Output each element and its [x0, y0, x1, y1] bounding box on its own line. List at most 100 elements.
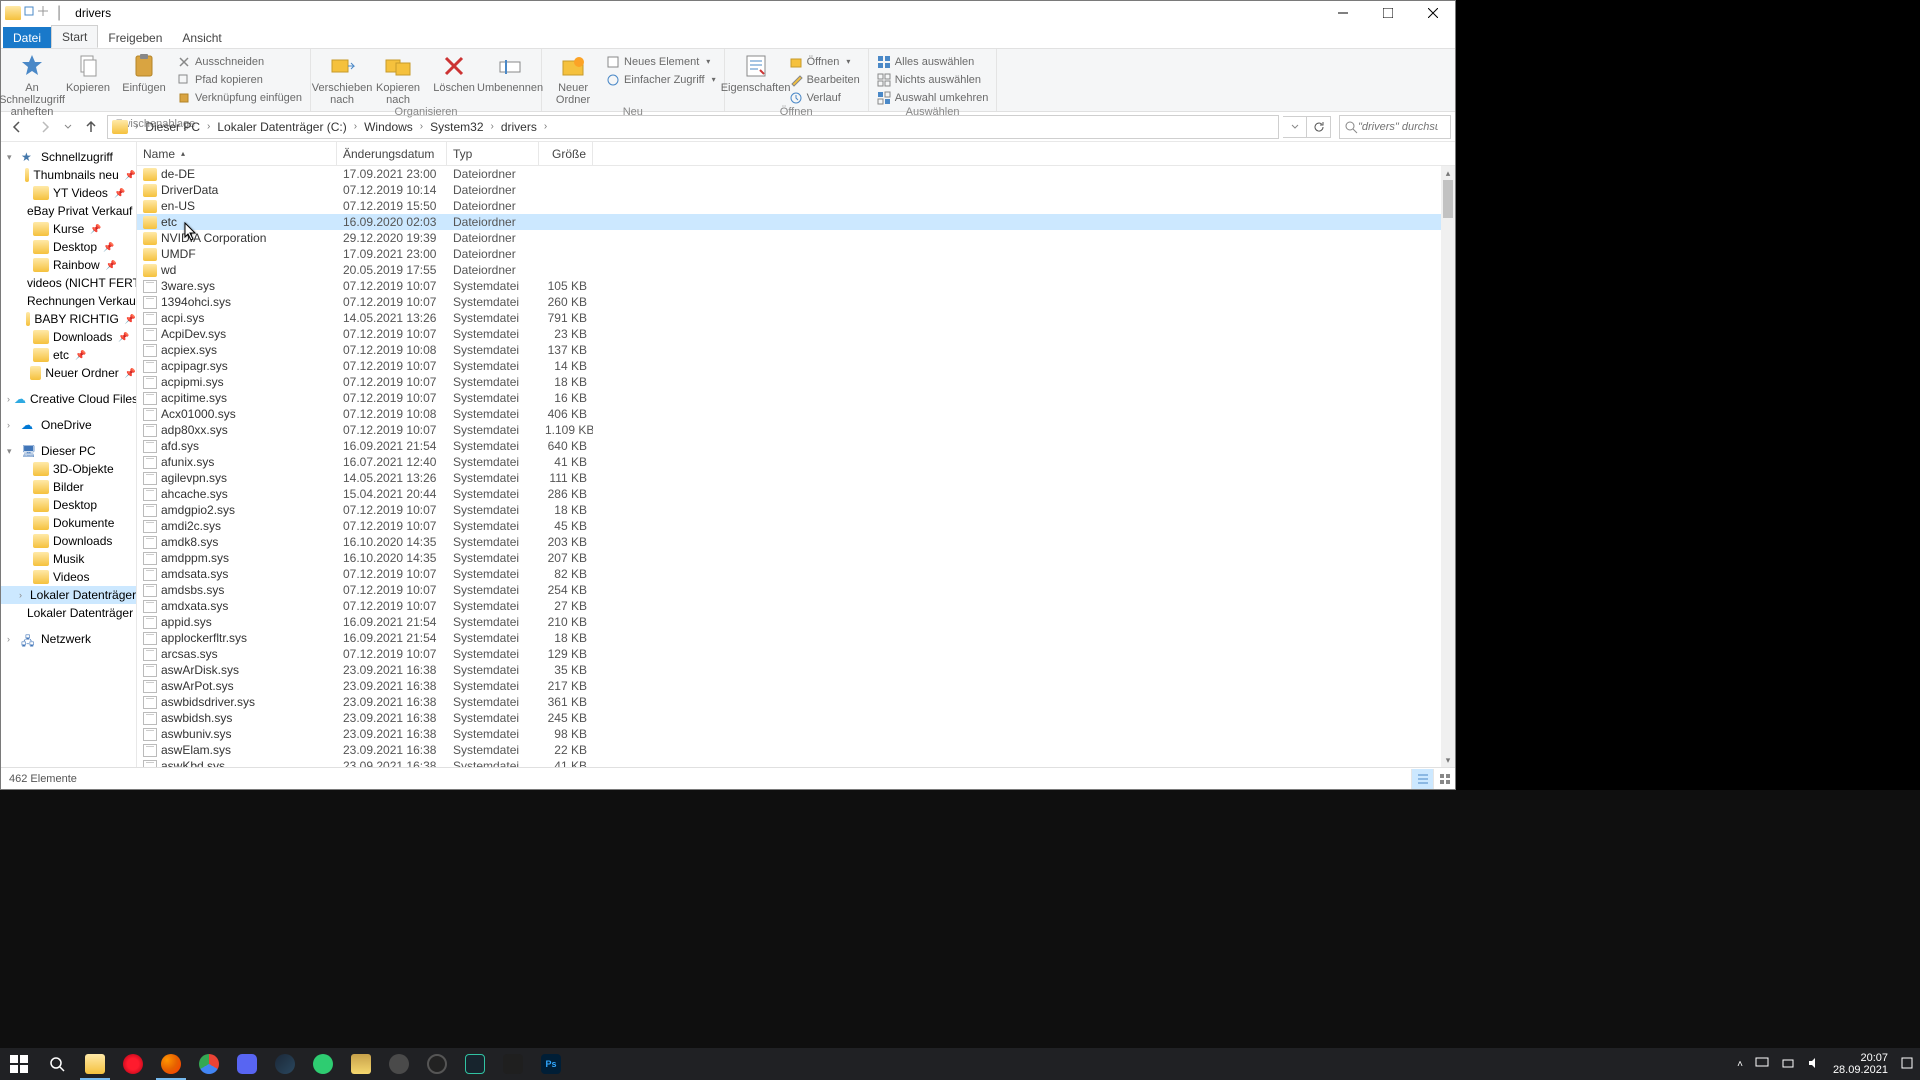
file-row[interactable]: aswbidsdriver.sys 23.09.2021 16:38 Syste… — [137, 694, 1441, 710]
rename-button[interactable]: Umbenennen — [483, 52, 537, 94]
crumb-1[interactable]: Lokaler Datenträger (C:) — [213, 120, 350, 134]
crumb-2[interactable]: Windows — [360, 120, 417, 134]
sidebar-pc-item-4[interactable]: Downloads — [1, 532, 136, 550]
sidebar-thispc[interactable]: ▾🖥Dieser PC — [1, 442, 136, 460]
forward-button[interactable] — [33, 115, 57, 139]
file-row[interactable]: amdgpio2.sys 07.12.2019 10:07 Systemdate… — [137, 502, 1441, 518]
qat-props-icon[interactable] — [37, 4, 49, 22]
taskbar-app-7[interactable] — [380, 1048, 418, 1080]
file-row[interactable]: appid.sys 16.09.2021 21:54 Systemdatei 2… — [137, 614, 1441, 630]
sidebar[interactable]: ▾★SchnellzugriffThumbnails neu📌YT Videos… — [1, 142, 137, 767]
tray-chevron-icon[interactable]: ˄ — [1737, 1059, 1743, 1070]
taskbar-app-9[interactable] — [494, 1048, 532, 1080]
file-row[interactable]: de-DE 17.09.2021 23:00 Dateiordner — [137, 166, 1441, 182]
copy-button[interactable]: Kopieren — [61, 52, 115, 94]
taskbar-app-obs[interactable] — [418, 1048, 456, 1080]
file-row[interactable]: amdsbs.sys 07.12.2019 10:07 Systemdatei … — [137, 582, 1441, 598]
search-box[interactable] — [1339, 115, 1451, 139]
sidebar-onedrive[interactable]: ›☁OneDrive — [1, 416, 136, 434]
file-row[interactable]: amdk8.sys 16.10.2020 14:35 Systemdatei 2… — [137, 534, 1441, 550]
taskbar-app-5[interactable] — [304, 1048, 342, 1080]
crumb-4[interactable]: drivers — [497, 120, 541, 134]
sidebar-quick-item-9[interactable]: Downloads📌 — [1, 328, 136, 346]
qat-pin-icon[interactable] — [23, 4, 35, 22]
sidebar-quick-item-4[interactable]: Desktop📌 — [1, 238, 136, 256]
close-button[interactable] — [1410, 1, 1455, 24]
file-row[interactable]: Acx01000.sys 07.12.2019 10:08 Systemdate… — [137, 406, 1441, 422]
file-row[interactable]: NVIDIA Corporation 29.12.2020 19:39 Date… — [137, 230, 1441, 246]
file-row[interactable]: applockerfltr.sys 16.09.2021 21:54 Syste… — [137, 630, 1441, 646]
file-row[interactable]: en-US 07.12.2019 15:50 Dateiordner — [137, 198, 1441, 214]
file-row[interactable]: aswArDisk.sys 23.09.2021 16:38 Systemdat… — [137, 662, 1441, 678]
file-row[interactable]: aswKbd.sys 23.09.2021 16:38 Systemdatei … — [137, 758, 1441, 767]
taskbar-app-discord[interactable] — [228, 1048, 266, 1080]
sidebar-quick-item-7[interactable]: Rechnungen Verkau📌 — [1, 292, 136, 310]
file-row[interactable]: acpitime.sys 07.12.2019 10:07 Systemdate… — [137, 390, 1441, 406]
copyto-button[interactable]: Kopieren nach — [371, 52, 425, 106]
taskbar-search-button[interactable] — [38, 1048, 76, 1080]
sidebar-pc-item-6[interactable]: Videos — [1, 568, 136, 586]
scroll-up-icon[interactable]: ▴ — [1441, 166, 1455, 180]
maximize-button[interactable] — [1365, 1, 1410, 24]
file-row[interactable]: acpi.sys 14.05.2021 13:26 Systemdatei 79… — [137, 310, 1441, 326]
tray-notifications-icon[interactable] — [1900, 1056, 1914, 1073]
file-row[interactable]: 1394ohci.sys 07.12.2019 10:07 Systemdate… — [137, 294, 1441, 310]
sidebar-ccf[interactable]: ›☁Creative Cloud Files — [1, 390, 136, 408]
history-button[interactable]: Verlauf — [785, 89, 864, 106]
file-row[interactable]: 3ware.sys 07.12.2019 10:07 Systemdatei 1… — [137, 278, 1441, 294]
moveto-button[interactable]: Verschieben nach — [315, 52, 369, 106]
properties-button[interactable]: Eigenschaften — [729, 52, 783, 94]
taskbar[interactable]: Ps ˄ 20:07 28.09.2021 — [0, 1048, 1920, 1080]
file-row[interactable]: afunix.sys 16.07.2021 12:40 Systemdatei … — [137, 454, 1441, 470]
tray-volume-icon[interactable] — [1807, 1056, 1821, 1073]
select-none-button[interactable]: Nichts auswählen — [873, 71, 993, 88]
back-button[interactable] — [5, 115, 29, 139]
sidebar-pc-item-3[interactable]: Dokumente — [1, 514, 136, 532]
tray-network-icon[interactable] — [1781, 1056, 1795, 1073]
col-size[interactable]: Größe — [539, 142, 593, 165]
new-folder-button[interactable]: Neuer Ordner — [546, 52, 600, 106]
view-details-button[interactable] — [1411, 769, 1433, 789]
sidebar-network[interactable]: ›🖧Netzwerk — [1, 630, 136, 648]
sidebar-pc-item-0[interactable]: 3D-Objekte — [1, 460, 136, 478]
open-button[interactable]: Öffnen▾ — [785, 53, 864, 70]
search-input[interactable] — [1358, 121, 1438, 133]
cut-button[interactable]: Ausschneiden — [173, 53, 306, 70]
invert-selection-button[interactable]: Auswahl umkehren — [873, 89, 993, 106]
file-row[interactable]: acpiex.sys 07.12.2019 10:08 Systemdatei … — [137, 342, 1441, 358]
sidebar-quick-item-10[interactable]: etc📌 — [1, 346, 136, 364]
crumb-0[interactable]: Dieser PC — [141, 120, 204, 134]
file-row[interactable]: aswbidsh.sys 23.09.2021 16:38 Systemdate… — [137, 710, 1441, 726]
refresh-button[interactable] — [1307, 116, 1331, 138]
sidebar-quick-item-0[interactable]: Thumbnails neu📌 — [1, 166, 136, 184]
sidebar-quick-item-5[interactable]: Rainbow📌 — [1, 256, 136, 274]
file-row[interactable]: aswArPot.sys 23.09.2021 16:38 Systemdate… — [137, 678, 1441, 694]
taskbar-app-firefox[interactable] — [152, 1048, 190, 1080]
minimize-button[interactable] — [1320, 1, 1365, 24]
address-bar[interactable]: › Dieser PC› Lokaler Datenträger (C:)› W… — [107, 115, 1279, 139]
file-row[interactable]: AcpiDev.sys 07.12.2019 10:07 Systemdatei… — [137, 326, 1441, 342]
taskbar-app-opera[interactable] — [114, 1048, 152, 1080]
file-row[interactable]: amdi2c.sys 07.12.2019 10:07 Systemdatei … — [137, 518, 1441, 534]
file-row[interactable]: adp80xx.sys 07.12.2019 10:07 Systemdatei… — [137, 422, 1441, 438]
sidebar-quick-item-11[interactable]: Neuer Ordner📌 — [1, 364, 136, 382]
file-row[interactable]: aswElam.sys 23.09.2021 16:38 Systemdatei… — [137, 742, 1441, 758]
view-large-button[interactable] — [1433, 769, 1455, 789]
file-row[interactable]: acpipagr.sys 07.12.2019 10:07 Systemdate… — [137, 358, 1441, 374]
delete-button[interactable]: Löschen — [427, 52, 481, 94]
taskbar-app-streamlabs[interactable] — [456, 1048, 494, 1080]
tab-file[interactable]: Datei — [3, 27, 51, 48]
taskbar-app-photoshop[interactable]: Ps — [532, 1048, 570, 1080]
file-row[interactable]: acpipmi.sys 07.12.2019 10:07 Systemdatei… — [137, 374, 1441, 390]
taskbar-explorer-button[interactable] — [76, 1048, 114, 1080]
sidebar-pc-item-8[interactable]: Lokaler Datenträger (D — [1, 604, 136, 622]
file-row[interactable]: wd 20.05.2019 17:55 Dateiordner — [137, 262, 1441, 278]
paste-link-button[interactable]: Verknüpfung einfügen — [173, 89, 306, 106]
sidebar-quick-item-6[interactable]: videos (NICHT FERT📌 — [1, 274, 136, 292]
tray-monitor-icon[interactable] — [1755, 1056, 1769, 1073]
sidebar-pc-item-2[interactable]: Desktop — [1, 496, 136, 514]
start-button[interactable] — [0, 1048, 38, 1080]
tray-clock[interactable]: 20:07 28.09.2021 — [1833, 1052, 1888, 1076]
sidebar-pc-item-5[interactable]: Musik — [1, 550, 136, 568]
file-row[interactable]: arcsas.sys 07.12.2019 10:07 Systemdatei … — [137, 646, 1441, 662]
